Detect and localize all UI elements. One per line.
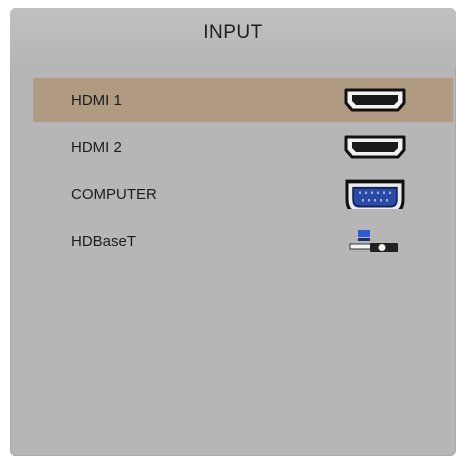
input-item-label: HDMI 1 <box>71 91 122 109</box>
hdbaset-port-icon <box>349 230 398 252</box>
vga-port-icon <box>345 179 405 209</box>
hdmi-port-icon <box>344 88 406 112</box>
input-menu-panel: INPUT HDMI 1 HDMI 2 COMPUTER HDBaseT <box>10 8 456 456</box>
input-item-hdmi-2[interactable]: HDMI 2 <box>33 125 453 169</box>
hdmi-port-icon <box>344 135 406 159</box>
input-item-label: HDMI 2 <box>71 138 122 156</box>
input-item-hdmi-1[interactable]: HDMI 1 <box>33 78 453 122</box>
menu-title: INPUT <box>203 22 263 43</box>
input-item-label: COMPUTER <box>71 185 157 203</box>
input-item-computer[interactable]: COMPUTER <box>33 172 453 216</box>
input-source-list: HDMI 1 HDMI 2 COMPUTER HDBaseT <box>33 78 453 266</box>
input-item-hdbaset[interactable]: HDBaseT <box>33 219 453 263</box>
input-item-label: HDBaseT <box>71 232 137 250</box>
